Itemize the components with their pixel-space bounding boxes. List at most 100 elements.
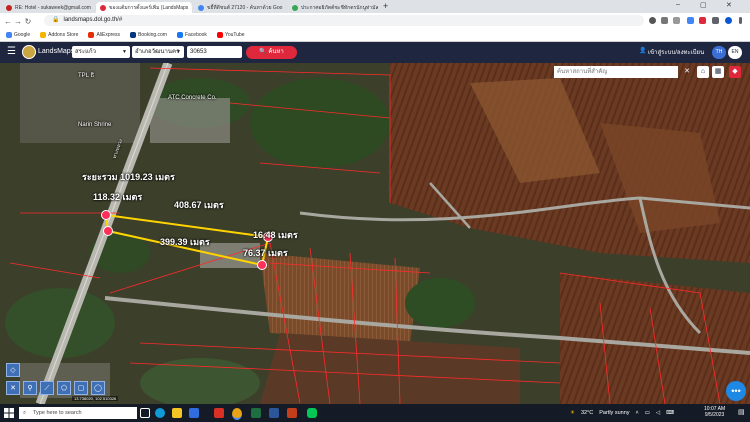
line-app-icon[interactable] (307, 408, 317, 418)
grid-layers-icon[interactable]: ▦ (712, 66, 724, 78)
close-tab-icon[interactable]: × (285, 5, 286, 11)
taskbar-clock[interactable]: 10:07 AM 9/5/2023 (704, 406, 725, 418)
bookmark-label: AliExpress (96, 32, 121, 38)
browser-tab[interactable]: ขยี้ที่ดีชนต์ 27120 - ค้นหาด้วย Goo × (194, 2, 286, 13)
extension-icon[interactable] (687, 17, 694, 24)
share-icon[interactable] (661, 17, 668, 24)
menu-kebab-icon[interactable] (739, 17, 742, 24)
landsmaps-favicon-icon (100, 4, 106, 11)
extensions-puzzle-icon[interactable] (712, 17, 719, 24)
hamburger-menu-icon[interactable]: ☰ (7, 46, 16, 57)
mail-icon[interactable] (214, 408, 224, 418)
weather-text[interactable]: Partly sunny (599, 410, 629, 416)
app-header: ☰ LandsMaps สระแก้ว ▼ อำเภอวัฒนานคร ▼ 3065… (0, 42, 750, 63)
bookmark-facebook[interactable]: Facebook (176, 32, 207, 38)
maximize-icon[interactable]: ▢ (700, 1, 707, 9)
square-tool-icon[interactable]: ▢ (74, 381, 88, 395)
google-icon (6, 32, 12, 38)
bookmark-label: Addons Store (48, 32, 79, 38)
segment-length-label: 118.32 เมตร (93, 192, 143, 202)
crosshair-tool-icon[interactable]: ✕ (6, 381, 20, 395)
taskbar-search-input[interactable]: ⌕ Type here to search (19, 407, 137, 419)
youtube-icon (216, 32, 223, 38)
province-value: สระแก้ว (75, 49, 96, 55)
browser-tab-active[interactable]: ของแต้มการตั้งแคร์เพิ่ม (LandsMaps × (96, 2, 192, 13)
store-icon[interactable] (189, 408, 199, 418)
tab-title: ประกาศอธิภัตต์ชะชีทักตรนักนูท่ามัล Stre (301, 4, 380, 11)
minimize-icon[interactable]: – (676, 1, 680, 8)
bookmark-google[interactable]: Google (6, 32, 30, 38)
file-explorer-icon[interactable] (172, 408, 182, 418)
lang-th-button[interactable]: TH (712, 46, 726, 59)
parcel-number-value: 30653 (190, 49, 207, 55)
excel-icon[interactable] (251, 408, 261, 418)
district-select[interactable]: อำเภอวัฒนานคร ▼ (132, 46, 184, 58)
polygon-tool-icon[interactable]: ⬠ (57, 381, 71, 395)
extension-icon[interactable] (699, 17, 706, 24)
more-options-fab[interactable]: ••• (726, 381, 746, 401)
browser-tab[interactable]: ประกาศอธิภัตต์ชะชีทักตรนักนูท่ามัล Stre … (288, 2, 380, 13)
volume-icon[interactable]: ◁ (656, 410, 660, 416)
reload-icon[interactable]: ↻ (23, 17, 33, 26)
chevron-up-icon[interactable]: ˄ (636, 410, 639, 416)
eraser-tool-icon[interactable]: ◇ (6, 363, 20, 377)
browser-tab[interactable]: RE: Hotel - sukaweek@gmail.com × (2, 2, 94, 13)
place-label[interactable]: TPL ธิ (78, 70, 94, 80)
network-icon[interactable]: ▭ (645, 410, 650, 416)
user-icon: 👤 (639, 48, 647, 54)
segment-length-label: 76.37 เมตร (243, 248, 288, 258)
bookmark-label: Booking.com (138, 32, 167, 38)
word-icon[interactable] (269, 408, 279, 418)
search-icon: 🔍 (259, 49, 267, 55)
bookmark-youtube[interactable]: YouTube (216, 32, 245, 38)
bookmark-label: Facebook (184, 32, 207, 38)
powerpoint-icon[interactable] (287, 408, 297, 418)
forward-icon[interactable]: → (13, 17, 23, 26)
browser-tab-bar: RE: Hotel - sukaweek@gmail.com × ของแต้ม… (0, 0, 750, 13)
close-tab-icon[interactable]: × (191, 5, 192, 11)
facebook-icon (176, 32, 183, 38)
notifications-icon[interactable]: ▤ (738, 408, 745, 416)
chevron-down-icon: ▼ (122, 49, 127, 55)
bookmark-aliexpress[interactable]: AliExpress (88, 32, 120, 38)
bookmark-star-icon[interactable] (673, 17, 680, 24)
pin-tool-icon[interactable]: ⚲ (23, 381, 37, 395)
home-icon[interactable]: ⌂ (697, 66, 709, 78)
place-label[interactable]: Narin Shrine (78, 122, 111, 128)
search-button[interactable]: 🔍 ค้นหา (246, 46, 297, 59)
location-icon[interactable] (649, 17, 656, 24)
province-select[interactable]: สระแก้ว ▼ (72, 46, 130, 58)
lang-en-button[interactable]: EN (728, 46, 742, 59)
ruler-tool-icon[interactable]: ⟋ (40, 381, 54, 395)
place-search-input[interactable]: ค้นหาสถานที่สำคัญ (554, 66, 678, 78)
circle-tool-icon[interactable]: ◯ (91, 381, 105, 395)
task-view-icon[interactable] (140, 408, 150, 418)
login-link[interactable]: เข้าสู่ระบบ/ลงทะเบียน (648, 47, 704, 57)
edge-icon[interactable] (155, 408, 165, 418)
tab-title: RE: Hotel - sukaweek@gmail.com (15, 4, 91, 11)
layers-icon[interactable]: ◆ (729, 66, 741, 78)
map-view[interactable]: TPL ธิ ATC Concrete Co. Narin Shrine ทาง… (0, 63, 750, 404)
close-window-icon[interactable]: ✕ (726, 1, 732, 9)
new-tab-button[interactable]: + (383, 1, 388, 11)
landsmaps-logo-icon (22, 45, 36, 59)
windows-start-icon[interactable] (4, 408, 14, 418)
profile-avatar-icon[interactable] (725, 17, 732, 24)
search-button-label: ค้นหา (268, 49, 284, 55)
district-value: อำเภอวัฒนานคร (135, 49, 180, 55)
weather-icon: ☀ (570, 410, 575, 416)
url-input[interactable]: 🔒 landsmaps.dol.go.th/# (44, 15, 644, 26)
close-search-icon[interactable]: ✕ (681, 66, 693, 78)
bookmark-label: Google (14, 32, 31, 38)
bookmark-addons[interactable]: Addons Store (40, 32, 78, 38)
bookmark-booking[interactable]: Booking.com (130, 32, 167, 38)
bookmarks-bar: Google Addons Store AliExpress Booking.c… (0, 29, 750, 42)
temperature-text[interactable]: 32°C (581, 410, 593, 416)
tab-title: ของแต้มการตั้งแคร์เพิ่ม (LandsMaps (109, 4, 189, 11)
place-label[interactable]: ATC Concrete Co. (168, 95, 217, 101)
parcel-number-input[interactable]: 30653 (187, 46, 242, 58)
clock-date: 9/5/2023 (704, 412, 725, 418)
language-indicator-icon[interactable]: ⌨ (666, 410, 674, 416)
chrome-icon[interactable] (232, 408, 242, 420)
back-icon[interactable]: ← (3, 17, 13, 26)
